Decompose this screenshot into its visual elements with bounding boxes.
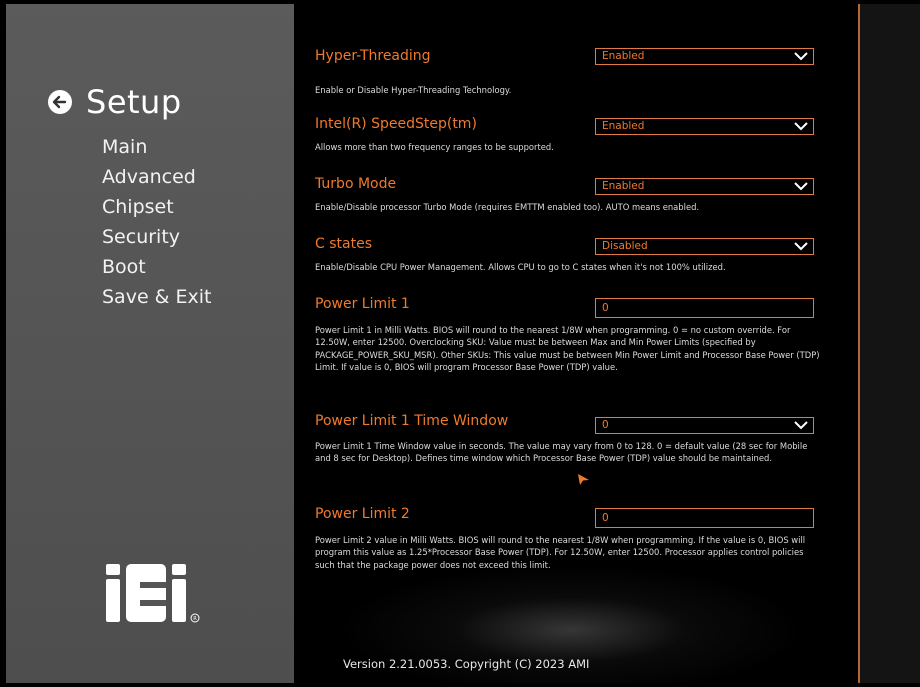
nav-item-save-exit[interactable]: Save & Exit (102, 282, 212, 312)
nav-item-chipset[interactable]: Chipset (102, 192, 212, 222)
setting-power-limit-2: Power Limit 2 0 Power Limit 2 value in M… (315, 506, 855, 571)
dropdown-value: 0 (602, 419, 609, 431)
settings-pane: Hyper-Threading Enabled Enable or Disabl… (296, 4, 857, 683)
hyper-threading-dropdown[interactable]: Enabled (595, 48, 814, 65)
power-limit-1-input[interactable]: 0 (595, 298, 814, 318)
setting-description: Enable or Disable Hyper-Threading Techno… (315, 85, 512, 95)
setting-speedstep: Intel(R) SpeedStep(tm) Enabled Allows mo… (315, 116, 855, 153)
nav-menu: Main Advanced Chipset Security Boot Save… (102, 132, 212, 312)
input-value: 0 (602, 302, 609, 314)
setting-description: Enable/Disable processor Turbo Mode (req… (315, 202, 700, 212)
dropdown-value: Enabled (602, 180, 645, 192)
nav-item-advanced[interactable]: Advanced (102, 162, 212, 192)
power-limit-1-time-window-dropdown[interactable]: 0 (595, 417, 814, 434)
dropdown-value: Enabled (602, 120, 645, 132)
sidebar: Setup Main Advanced Chipset Security Boo… (6, 4, 294, 683)
input-value: 0 (602, 512, 609, 524)
setting-power-limit-1: Power Limit 1 0 Power Limit 1 in Milli W… (315, 296, 855, 373)
chevron-down-icon (794, 421, 808, 430)
dropdown-value: Enabled (602, 50, 645, 62)
setup-title: Setup (86, 83, 182, 121)
chevron-down-icon (794, 122, 808, 131)
setting-power-limit-1-time-window: Power Limit 1 Time Window 0 Power Limit … (315, 413, 855, 465)
mouse-cursor-icon (578, 474, 589, 485)
setting-c-states: C states Disabled Enable/Disable CPU Pow… (315, 236, 855, 273)
setting-description: Power Limit 2 value in Milli Watts. BIOS… (315, 535, 806, 570)
power-limit-2-input[interactable]: 0 (595, 508, 814, 528)
chevron-down-icon (794, 52, 808, 61)
right-panel (860, 4, 920, 683)
setting-label: Hyper-Threading (315, 48, 431, 64)
nav-item-security[interactable]: Security (102, 222, 212, 252)
back-nav[interactable]: Setup (48, 83, 182, 121)
iei-logo: R (104, 562, 204, 628)
svg-text:R: R (193, 616, 197, 622)
setting-description: Enable/Disable CPU Power Management. All… (315, 262, 726, 272)
dropdown-value: Disabled (602, 240, 648, 252)
turbo-mode-dropdown[interactable]: Enabled (595, 178, 814, 195)
setting-description: Allows more than two frequency ranges to… (315, 142, 554, 152)
setting-description: Power Limit 1 in Milli Watts. BIOS will … (315, 325, 820, 372)
nav-item-main[interactable]: Main (102, 132, 212, 162)
c-states-dropdown[interactable]: Disabled (595, 238, 814, 255)
chevron-down-icon (794, 242, 808, 251)
setting-turbo-mode: Turbo Mode Enabled Enable/Disable proces… (315, 176, 855, 213)
nav-item-boot[interactable]: Boot (102, 252, 212, 282)
speedstep-dropdown[interactable]: Enabled (595, 118, 814, 135)
setting-description: Power Limit 1 Time Window value in secon… (315, 441, 808, 464)
chevron-down-icon (794, 182, 808, 191)
back-arrow-icon[interactable] (48, 90, 72, 114)
version-footer: Version 2.21.0053. Copyright (C) 2023 AM… (343, 657, 590, 671)
